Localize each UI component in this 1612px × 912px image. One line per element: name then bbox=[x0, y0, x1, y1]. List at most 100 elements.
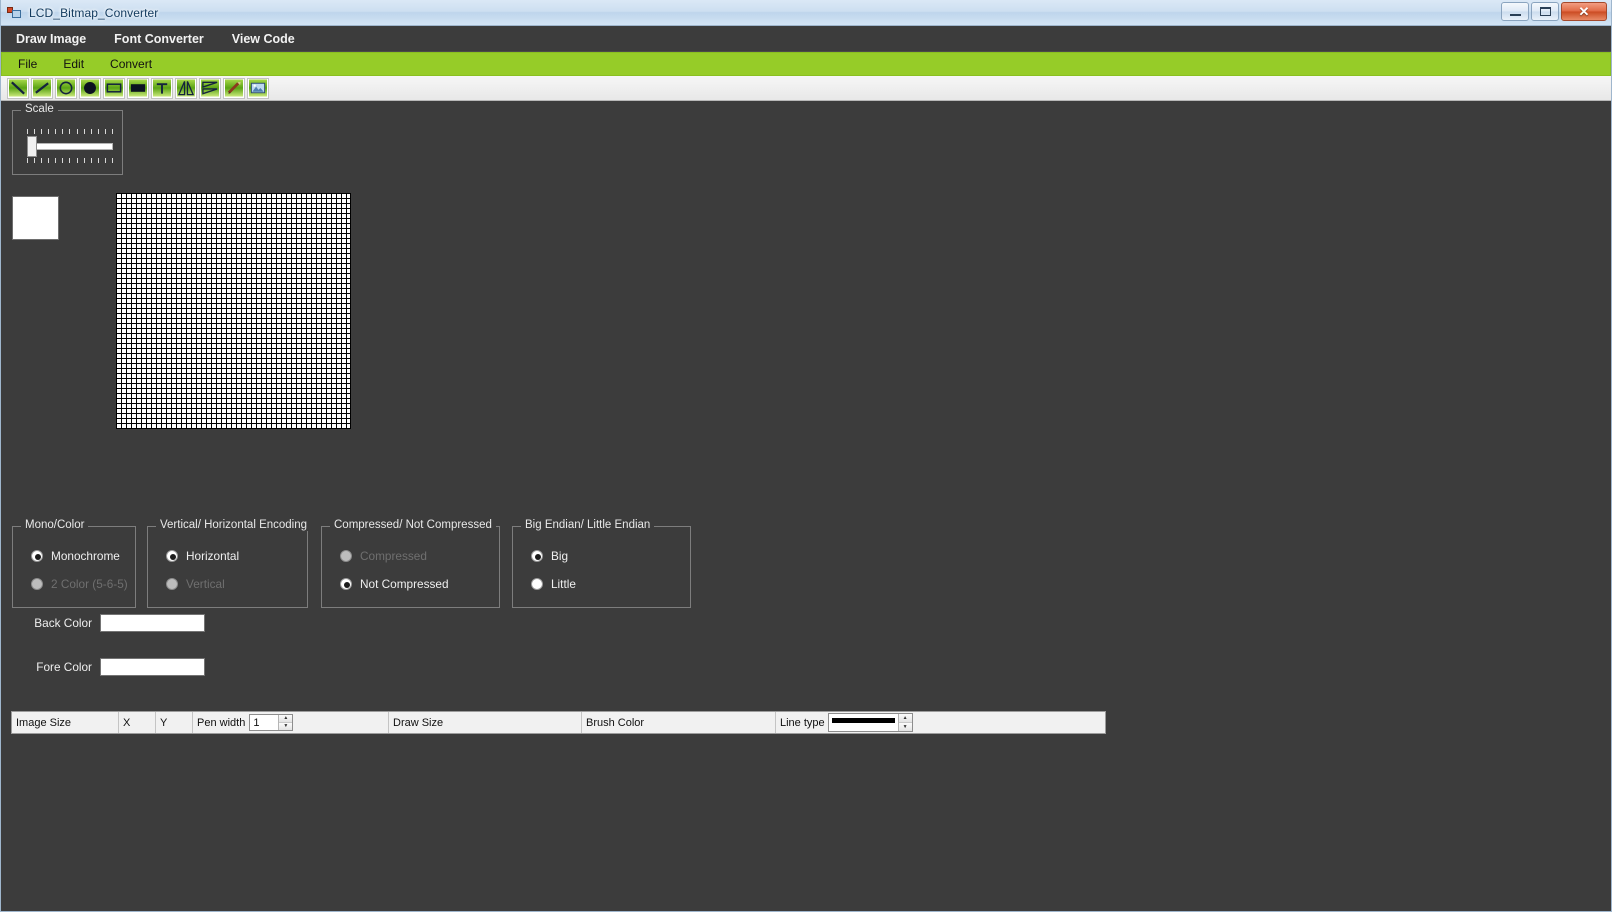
radio-label: Compressed bbox=[360, 549, 427, 563]
mono-color-legend: Mono/Color bbox=[21, 519, 89, 531]
menu-item-file[interactable]: File bbox=[18, 57, 37, 71]
pen-width-stepper[interactable]: 1 ▲ ▼ bbox=[249, 714, 294, 731]
radio-monochrome[interactable]: Monochrome bbox=[31, 549, 120, 563]
scale-group: Scale bbox=[12, 103, 123, 175]
fore-color-swatch[interactable] bbox=[100, 658, 205, 676]
line-type-sample bbox=[829, 714, 898, 731]
slider-ticks-bottom bbox=[27, 158, 113, 164]
line-type-label: Line type bbox=[780, 716, 825, 729]
radio-dot-icon bbox=[340, 550, 352, 562]
menu-item-convert[interactable]: Convert bbox=[110, 57, 152, 71]
sub-menu-bar: File Edit Convert bbox=[1, 52, 1611, 76]
radio-dot-icon bbox=[340, 578, 352, 590]
radio-dot-icon bbox=[31, 578, 43, 590]
radio-vertical[interactable]: Vertical bbox=[166, 577, 225, 591]
draw-text-icon[interactable] bbox=[151, 77, 173, 99]
radio-compressed[interactable]: Compressed bbox=[340, 549, 427, 563]
menu-item-edit[interactable]: Edit bbox=[63, 57, 84, 71]
flip-vertical-icon[interactable] bbox=[199, 77, 221, 99]
fore-color-row: Fore Color bbox=[12, 658, 205, 676]
window-controls: ✕ bbox=[1501, 2, 1607, 21]
draw-size-label: Draw Size bbox=[393, 716, 444, 729]
back-color-row: Back Color bbox=[12, 614, 205, 632]
pen-width-value[interactable]: 1 bbox=[250, 715, 278, 730]
radio-little-endian[interactable]: Little bbox=[531, 577, 576, 591]
stepper-down-icon[interactable]: ▼ bbox=[898, 723, 912, 731]
draw-ellipse-outline-icon[interactable] bbox=[55, 77, 77, 99]
radio-label: Monochrome bbox=[51, 549, 120, 563]
draw-ellipse-filled-icon[interactable] bbox=[79, 77, 101, 99]
draw-rect-filled-icon[interactable] bbox=[127, 77, 149, 99]
scale-slider[interactable] bbox=[27, 128, 113, 164]
compression-legend: Compressed/ Not Compressed bbox=[330, 519, 496, 531]
maximize-button[interactable] bbox=[1531, 2, 1559, 21]
slider-rail[interactable] bbox=[27, 143, 113, 150]
app-icon bbox=[7, 5, 22, 20]
application-window: LCD_Bitmap_Converter ✕ Draw Image Font C… bbox=[0, 0, 1612, 912]
open-image-icon[interactable] bbox=[247, 77, 269, 99]
brush-color-label: Brush Color bbox=[586, 716, 645, 729]
status-brush-color[interactable]: Brush Color bbox=[582, 712, 776, 733]
back-color-label: Back Color bbox=[34, 616, 92, 630]
endian-legend: Big Endian/ Little Endian bbox=[521, 519, 655, 531]
slider-thumb[interactable] bbox=[27, 136, 37, 157]
radio-label: Vertical bbox=[186, 577, 225, 591]
radio-label: Not Compressed bbox=[360, 577, 449, 591]
pencil-icon[interactable] bbox=[223, 77, 245, 99]
scale-group-legend: Scale bbox=[21, 103, 58, 115]
radio-label: Little bbox=[551, 577, 576, 591]
endian-group: Big Endian/ Little Endian Big Little bbox=[512, 519, 691, 608]
drawing-toolbar bbox=[1, 76, 1611, 101]
window-title: LCD_Bitmap_Converter bbox=[29, 5, 159, 20]
menu-item-draw-image[interactable]: Draw Image bbox=[13, 29, 89, 49]
stepper-up-icon[interactable]: ▲ bbox=[898, 714, 912, 723]
radio-dot-icon bbox=[531, 550, 543, 562]
maximize-icon bbox=[1539, 7, 1551, 16]
status-bar: Image Size X Y Pen width 1 ▲ ▼ Draw Size… bbox=[11, 711, 1106, 734]
line-type-stepper-buttons[interactable]: ▲ ▼ bbox=[897, 714, 912, 731]
status-line-type: Line type ▲ ▼ bbox=[776, 712, 1105, 733]
status-image-size: Image Size bbox=[12, 712, 119, 733]
status-x-label: X bbox=[123, 716, 131, 729]
close-button[interactable]: ✕ bbox=[1561, 2, 1607, 21]
encoding-legend: Vertical/ Horizontal Encoding bbox=[156, 519, 312, 531]
compression-group: Compressed/ Not Compressed Compressed No… bbox=[321, 519, 500, 608]
radio-big-endian[interactable]: Big bbox=[531, 549, 568, 563]
minimize-icon bbox=[1509, 13, 1521, 16]
radio-label: Big bbox=[551, 549, 569, 563]
radio-label: Horizontal bbox=[186, 549, 240, 563]
image-preview-swatch[interactable] bbox=[12, 196, 59, 240]
status-y: Y bbox=[156, 712, 193, 733]
minimize-button[interactable] bbox=[1501, 2, 1529, 21]
status-draw-size: Draw Size bbox=[389, 712, 582, 733]
title-bar: LCD_Bitmap_Converter ✕ bbox=[1, 0, 1611, 26]
status-x: X bbox=[119, 712, 156, 733]
flip-horizontal-icon[interactable] bbox=[175, 77, 197, 99]
radio-horizontal[interactable]: Horizontal bbox=[166, 549, 239, 563]
radio-2color-565[interactable]: 2 Color (5-6-5) bbox=[31, 577, 128, 591]
status-y-label: Y bbox=[160, 716, 168, 729]
menu-item-font-converter[interactable]: Font Converter bbox=[111, 29, 207, 49]
mono-color-group: Mono/Color Monochrome 2 Color (5-6-5) bbox=[12, 519, 136, 608]
slider-ticks-top bbox=[27, 128, 113, 134]
radio-dot-icon bbox=[531, 578, 543, 590]
draw-rect-outline-icon[interactable] bbox=[103, 77, 125, 99]
bitmap-editor-canvas[interactable] bbox=[116, 193, 351, 429]
draw-line-thick-icon[interactable] bbox=[31, 77, 53, 99]
status-image-size-label: Image Size bbox=[16, 716, 72, 729]
menu-item-view-code[interactable]: View Code bbox=[229, 29, 298, 49]
stepper-up-icon[interactable]: ▲ bbox=[279, 715, 293, 723]
draw-line-icon[interactable] bbox=[7, 77, 29, 99]
radio-dot-icon bbox=[31, 550, 43, 562]
radio-not-compressed[interactable]: Not Compressed bbox=[340, 577, 449, 591]
status-pen-width: Pen width 1 ▲ ▼ bbox=[193, 712, 389, 733]
encoding-group: Vertical/ Horizontal Encoding Horizontal… bbox=[147, 519, 312, 608]
line-type-combobox[interactable]: ▲ ▼ bbox=[827, 713, 913, 732]
main-menu-bar: Draw Image Font Converter View Code bbox=[1, 26, 1611, 52]
radio-dot-icon bbox=[166, 550, 178, 562]
back-color-swatch[interactable] bbox=[100, 614, 205, 632]
stepper-down-icon[interactable]: ▼ bbox=[279, 723, 293, 730]
pen-width-label: Pen width bbox=[197, 716, 246, 729]
pen-width-stepper-buttons[interactable]: ▲ ▼ bbox=[278, 715, 293, 730]
fore-color-label: Fore Color bbox=[36, 660, 92, 674]
